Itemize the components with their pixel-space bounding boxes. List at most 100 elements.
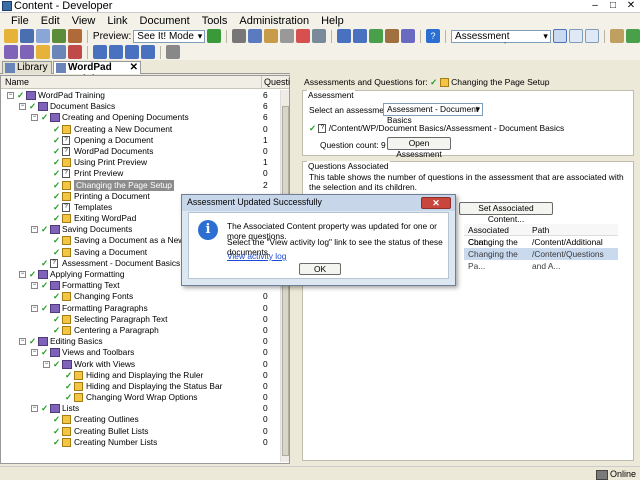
menu-help[interactable]: Help <box>316 13 351 28</box>
menu-tools[interactable]: Tools <box>197 13 235 28</box>
properties-pane-icon[interactable] <box>609 29 624 43</box>
help-icon[interactable]: ? <box>426 29 441 43</box>
menu-view[interactable]: View <box>67 13 103 28</box>
ok-button[interactable]: OK <box>299 263 341 275</box>
tab-library-label: Library <box>17 62 48 73</box>
tree-row[interactable]: ✓ Selecting Paragraph Text 0 <box>1 314 279 325</box>
tree-row[interactable]: ✓ Hiding and Displaying the Status Bar 0 <box>1 381 279 392</box>
tree-row[interactable]: ✓ Creating Outlines 0 <box>1 414 279 425</box>
collapse-icon[interactable]: − <box>7 92 14 99</box>
check-in-icon[interactable] <box>369 29 384 43</box>
checkmark-icon: ✓ <box>53 213 61 224</box>
tree-row[interactable]: ✓ Using Print Preview 1 <box>1 157 279 168</box>
new-topic-icon[interactable] <box>36 45 50 59</box>
link-icon[interactable] <box>401 29 416 43</box>
tree-row[interactable]: ✓? WordPad Documents 0 <box>1 146 279 157</box>
table-row[interactable]: Changing the Pa... /Content/Additional T… <box>464 236 618 259</box>
open-folder-icon[interactable] <box>4 29 18 43</box>
tree-row[interactable]: − ✓ Work with Views 0 <box>1 359 279 370</box>
tree-row[interactable]: ✓? Print Preview 0 <box>1 168 279 179</box>
redo-icon[interactable] <box>353 29 368 43</box>
tree-row[interactable]: − ✓ Lists 0 <box>1 403 279 414</box>
details-view-icon[interactable] <box>584 29 599 43</box>
tree-row[interactable]: ✓ Changing Fonts 0 <box>1 291 279 302</box>
delete-icon[interactable] <box>280 29 295 43</box>
preview-mode-select[interactable]: See It! Mode <box>133 29 206 43</box>
collapse-icon[interactable]: − <box>31 349 38 357</box>
set-associated-content-button[interactable]: Set Associated Content... <box>459 202 553 224</box>
new-book-icon[interactable] <box>4 45 18 59</box>
view-select[interactable]: Assessment coverage view <box>451 29 551 53</box>
tree-row[interactable]: − ✓ Views and Toolbars 0 <box>1 347 279 358</box>
menu-edit[interactable]: Edit <box>36 13 67 28</box>
check-out-icon[interactable] <box>385 29 400 43</box>
collapse-icon[interactable]: − <box>19 338 26 346</box>
tree-row[interactable]: − ✓ Editing Basics 0 <box>1 336 279 347</box>
menu-file[interactable]: File <box>6 13 36 28</box>
new-web-page-icon[interactable] <box>52 45 66 59</box>
table-cell: /Content/Questions and A... <box>532 249 604 271</box>
tree-row[interactable]: − ✓ Document Basics 6 <box>1 101 279 112</box>
table-cell: Changing the Pa... <box>468 249 518 271</box>
paste-icon[interactable] <box>264 29 279 43</box>
layout-view-icon[interactable] <box>552 29 567 43</box>
collapse-icon[interactable]: − <box>31 282 38 290</box>
tree-row[interactable]: ✓ Creating Bullet Lists 0 <box>1 426 279 437</box>
tree-row[interactable]: ✓ Creating a New Document 0 <box>1 124 279 135</box>
tree-row[interactable]: ✓ Hiding and Displaying the Ruler 0 <box>1 370 279 381</box>
assessment-select[interactable]: Assessment - Document Basics <box>383 103 483 125</box>
link-to-icon[interactable] <box>166 45 180 59</box>
print-icon[interactable] <box>35 29 50 43</box>
tab-library[interactable]: Library <box>2 61 52 74</box>
remove-icon[interactable] <box>296 29 311 43</box>
go-icon[interactable] <box>207 29 222 43</box>
checkmark-icon: ✓ <box>65 380 73 391</box>
tree-row-label: Saving a Document <box>74 246 148 257</box>
open-assessment-button[interactable]: Open Assessment <box>387 137 451 159</box>
find-icon[interactable] <box>312 29 327 43</box>
tree-row[interactable]: − ✓ Formatting Paragraphs 0 <box>1 303 279 314</box>
menu-document[interactable]: Document <box>135 13 197 28</box>
collapse-icon[interactable]: − <box>31 304 38 312</box>
column-questions[interactable]: Questi <box>261 76 290 88</box>
close-window-button[interactable]: ✕ <box>624 0 638 12</box>
collapse-icon[interactable]: − <box>31 226 38 234</box>
minimize-button[interactable]: – <box>588 0 602 12</box>
tree-row[interactable]: ✓? Opening a Document 1 <box>1 135 279 146</box>
split-view-icon[interactable] <box>568 29 583 43</box>
cut-icon[interactable] <box>232 29 247 43</box>
dialog-close-button[interactable]: ✕ <box>421 197 451 209</box>
menu-administration[interactable]: Administration <box>234 13 316 28</box>
header-path[interactable]: Path <box>532 224 618 236</box>
properties-icon[interactable] <box>67 29 82 43</box>
new-chapter-icon[interactable] <box>20 45 34 59</box>
collapse-icon[interactable]: − <box>19 271 26 278</box>
publish-icon[interactable] <box>51 29 66 43</box>
collapse-icon[interactable]: − <box>31 114 38 122</box>
tree-row[interactable]: − ✓ Creating and Opening Documents 6 <box>1 112 279 123</box>
tree-row[interactable]: ✓ Changing Word Wrap Options 0 <box>1 392 279 403</box>
close-tab-icon[interactable]: ✕ <box>130 62 138 74</box>
view-activity-log-link[interactable]: View activity log <box>227 251 286 261</box>
save-icon[interactable] <box>19 29 34 43</box>
move-up-icon[interactable] <box>93 45 107 59</box>
table-row-selected[interactable]: Changing the Pa... /Content/Questions an… <box>464 248 618 271</box>
collapse-icon[interactable]: − <box>31 405 38 413</box>
column-name[interactable]: Name <box>5 76 29 88</box>
move-down-icon[interactable] <box>109 45 123 59</box>
tree-row[interactable]: ✓ Centering a Paragraph 0 <box>1 325 279 336</box>
outdent-icon[interactable] <box>125 45 139 59</box>
tree-row[interactable]: ✓ Creating Number Lists 0 <box>1 437 279 448</box>
collapse-icon[interactable]: − <box>19 103 26 111</box>
indent-icon[interactable] <box>141 45 155 59</box>
refresh-icon[interactable] <box>625 29 640 43</box>
tree-row[interactable]: − ✓ WordPad Training 6 <box>1 90 279 101</box>
maximize-button[interactable]: □ <box>606 0 620 12</box>
tab-wordpad-training[interactable]: WordPad Training ✕ <box>53 61 141 85</box>
new-question-icon[interactable] <box>68 45 82 59</box>
collapse-icon[interactable]: − <box>43 360 50 368</box>
copy-icon[interactable] <box>248 29 263 43</box>
menu-link[interactable]: Link <box>102 13 134 28</box>
tree-row-selected[interactable]: ✓ Changing the Page Setup 2 <box>1 179 279 191</box>
undo-icon[interactable] <box>337 29 352 43</box>
